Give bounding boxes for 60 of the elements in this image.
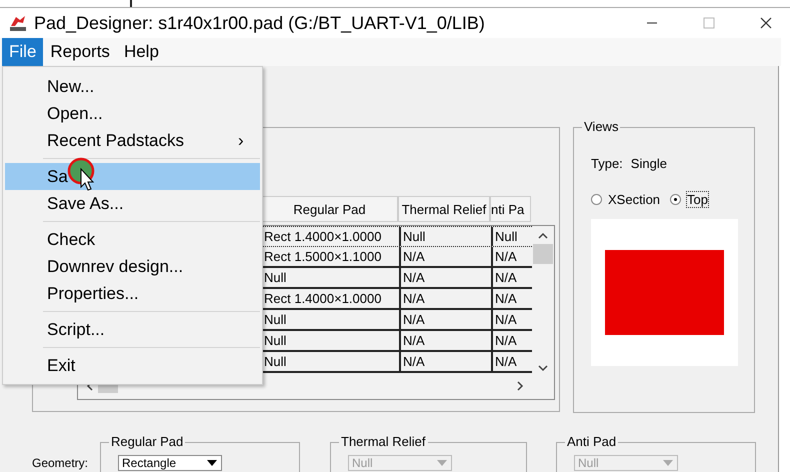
group-title: Thermal Relief <box>339 434 428 449</box>
radio-label[interactable]: XSection <box>608 192 660 207</box>
table-cell: N/A <box>399 289 491 308</box>
scroll-up-icon[interactable] <box>538 232 548 240</box>
column-header[interactable]: Thermal Relief <box>398 196 490 222</box>
submenu-arrow: › <box>238 130 245 152</box>
group-title: Views <box>582 119 620 134</box>
close-icon[interactable] <box>760 17 772 29</box>
table-cell: Null <box>399 227 491 246</box>
table-cell-text: Rect 1.5000×1.1000 <box>263 248 382 266</box>
table-cell: N/A <box>399 331 491 350</box>
scroll-right-icon[interactable] <box>516 381 524 391</box>
table-cell: N/A <box>399 268 491 287</box>
app-logo-icon <box>8 13 28 33</box>
table-cell: N/A <box>491 352 532 371</box>
type-value: Single <box>630 156 667 171</box>
table-cell: Null <box>491 227 532 246</box>
menu-item[interactable]: New... <box>5 73 260 100</box>
scroll-down-icon[interactable] <box>538 364 548 372</box>
table-cell: N/A <box>399 247 491 266</box>
geometry-dropdown[interactable]: Rectangle <box>118 455 222 471</box>
table-cell-text: Null <box>263 353 288 371</box>
table-cell: N/A <box>399 310 491 329</box>
menu-item[interactable]: Script... <box>5 316 260 343</box>
menu-item[interactable]: Exit <box>5 352 260 379</box>
table-cell: N/A <box>491 331 532 350</box>
group-title: Anti Pad <box>565 434 618 449</box>
table-cell-text: Null <box>263 311 288 329</box>
menu-item[interactable]: Open... <box>5 100 260 127</box>
menu-item[interactable]: Save As... <box>5 190 260 217</box>
mouse-cursor-icon <box>67 157 97 191</box>
type-label: Type: <box>591 156 623 171</box>
window-title: Pad_Designer: s1r40x1r00.pad (G:/BT_UART-V1_0/LIB) <box>34 12 485 34</box>
menu-bar-item[interactable]: Help <box>116 38 166 66</box>
table-cell: N/A <box>491 310 532 329</box>
table-cell-text: Null <box>263 332 288 350</box>
menu-bar-item[interactable]: File <box>2 38 44 66</box>
menu-bar-item[interactable]: Reports <box>43 38 117 66</box>
column-header[interactable]: Regular Pad <box>261 196 398 222</box>
table-cell-text: Rect 1.4000×1.0000 <box>263 228 382 246</box>
scrollbar-thumb[interactable] <box>533 244 553 264</box>
table-cell-text: Rect 1.4000×1.0000 <box>263 290 382 308</box>
table-cell: N/A <box>491 268 532 287</box>
geometry-label: Geometry: <box>32 456 88 470</box>
caret-icon <box>207 460 217 466</box>
radio-button[interactable] <box>670 194 682 205</box>
group-title: Regular Pad <box>109 434 186 449</box>
menu-item[interactable]: Downrev design... <box>5 253 260 280</box>
table-cell: N/A <box>491 289 532 308</box>
menu-item[interactable]: Properties... <box>5 280 260 307</box>
menu-item[interactable]: Sa <box>5 163 260 190</box>
caret-icon <box>663 460 673 466</box>
radio-button[interactable] <box>591 194 602 205</box>
radio-label[interactable]: Top <box>687 192 708 207</box>
table-cell-text: Null <box>263 269 288 287</box>
column-header[interactable]: nti Pa <box>490 196 531 222</box>
menu-item[interactable]: Check <box>5 226 260 253</box>
table-cell: N/A <box>399 352 491 371</box>
menu-item[interactable]: Recent Padstacks › <box>5 127 260 154</box>
caret-icon <box>437 460 447 466</box>
